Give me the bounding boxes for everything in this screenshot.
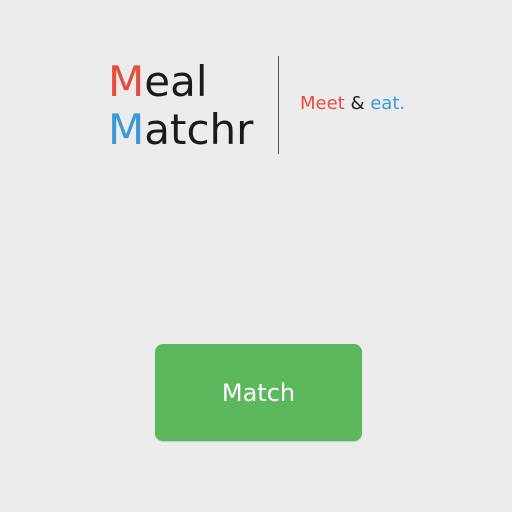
tagline-ampersand: & [344,93,371,114]
logo-text-atchr: atchr [144,105,254,154]
match-button[interactable]: Match [155,344,362,441]
tagline-eat: eat. [370,93,406,114]
logo-line-meal: Meal [108,58,253,106]
app-screen: Meal Matchr Meet & eat. Match [0,0,512,512]
logo-divider [278,56,279,154]
tagline: Meet & eat. [300,92,405,116]
tagline-meet: Meet [300,93,345,114]
logo-text-eal: eal [144,57,208,106]
logo-initial-m-red: M [108,57,145,106]
app-logo: Meal Matchr [108,56,253,156]
logo-wordmark: Meal Matchr [108,58,253,154]
logo-line-matchr: Matchr [108,106,253,154]
logo-initial-m-blue: M [108,105,145,154]
